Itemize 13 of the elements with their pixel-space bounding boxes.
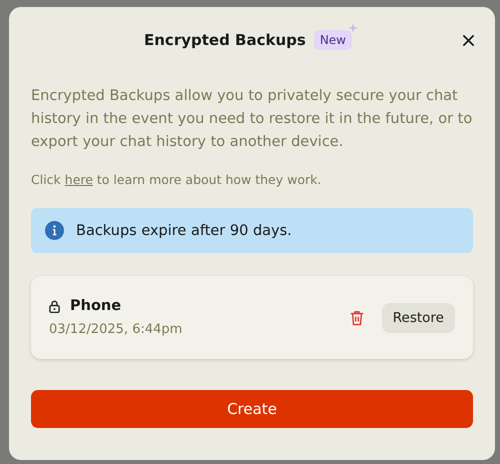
notice-text: Backups expire after 90 days.	[76, 222, 292, 238]
here-link[interactable]: here	[64, 172, 93, 187]
new-badge: New	[314, 30, 352, 50]
dialog-title: Encrypted Backups	[144, 31, 306, 49]
backup-name: Phone	[70, 298, 122, 314]
sparkle-icon	[348, 23, 360, 35]
learn-more-text: Click here to learn more about how they work.	[31, 172, 322, 187]
description-text: Encrypted Backups allow you to privately secure your chat history in the event you need to restore it in the future, or to export your chat history to another device.	[31, 87, 473, 152]
close-button[interactable]	[460, 32, 477, 49]
create-button[interactable]: Create	[31, 390, 473, 428]
backup-date: 03/12/2025, 6:44pm	[49, 322, 184, 337]
restore-button[interactable]: Restore	[382, 302, 455, 332]
info-icon	[45, 221, 64, 240]
